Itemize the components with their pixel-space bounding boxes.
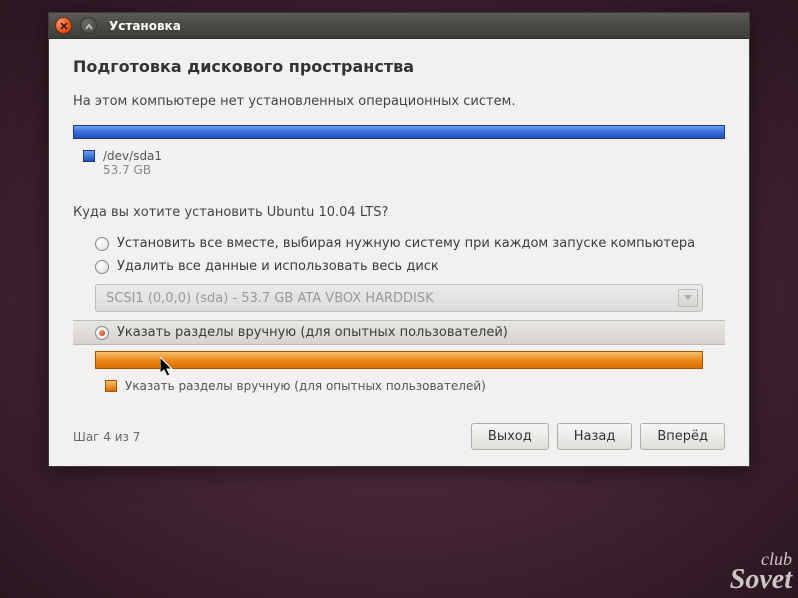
window-title: Установка (109, 19, 181, 33)
footer: Шаг 4 из 7 Выход Назад Вперёд (73, 413, 725, 452)
option-side-by-side[interactable]: Установить все вместе, выбирая нужную си… (73, 232, 725, 255)
disk-size: 53.7 GB (103, 163, 162, 177)
option-side-by-side-label: Установить все вместе, выбирая нужную си… (117, 236, 695, 251)
disk-legend: /dev/sda1 53.7 GB (73, 149, 725, 177)
info-text: На этом компьютере нет установленных опе… (73, 94, 725, 109)
close-icon[interactable] (55, 17, 72, 34)
minimize-icon[interactable] (80, 17, 97, 34)
radio-erase[interactable] (95, 260, 109, 274)
back-button[interactable]: Назад (557, 423, 633, 450)
content-area: Подготовка дискового пространства На это… (49, 39, 749, 466)
disk-select-dropdown: SCSI1 (0,0,0) (sda) - 53.7 GB ATA VBOX H… (95, 284, 703, 312)
legend-swatch-orange (105, 380, 117, 392)
legend-swatch-blue (83, 150, 95, 162)
install-question: Куда вы хотите установить Ubuntu 10.04 L… (73, 205, 725, 220)
installer-window: Установка Подготовка дискового пространс… (48, 12, 750, 467)
page-title: Подготовка дискового пространства (73, 57, 725, 76)
option-manual-label: Указать разделы вручную (для опытных пол… (117, 325, 508, 340)
dropdown-text: SCSI1 (0,0,0) (sda) - 53.7 GB ATA VBOX H… (106, 291, 434, 306)
disk-usage-bar-orange (95, 351, 703, 369)
step-indicator: Шаг 4 из 7 (73, 430, 140, 444)
disk-device: /dev/sda1 (103, 149, 162, 163)
titlebar[interactable]: Установка (49, 13, 749, 39)
quit-button[interactable]: Выход (471, 423, 549, 450)
chevron-down-icon (678, 289, 698, 307)
option-erase[interactable]: Удалить все данные и использовать весь д… (73, 255, 725, 278)
disk-legend-orange: Указать разделы вручную (для опытных пол… (105, 379, 725, 393)
legend-orange-label: Указать разделы вручную (для опытных пол… (125, 379, 486, 393)
radio-side-by-side[interactable] (95, 237, 109, 251)
watermark: club Sovet (730, 551, 792, 592)
option-manual[interactable]: Указать разделы вручную (для опытных пол… (73, 320, 725, 345)
forward-button[interactable]: Вперёд (640, 423, 725, 450)
option-erase-label: Удалить все данные и использовать весь д… (117, 259, 439, 274)
watermark-line2: Sovet (730, 567, 792, 592)
radio-manual[interactable] (95, 326, 109, 340)
disk-usage-bar (73, 125, 725, 139)
